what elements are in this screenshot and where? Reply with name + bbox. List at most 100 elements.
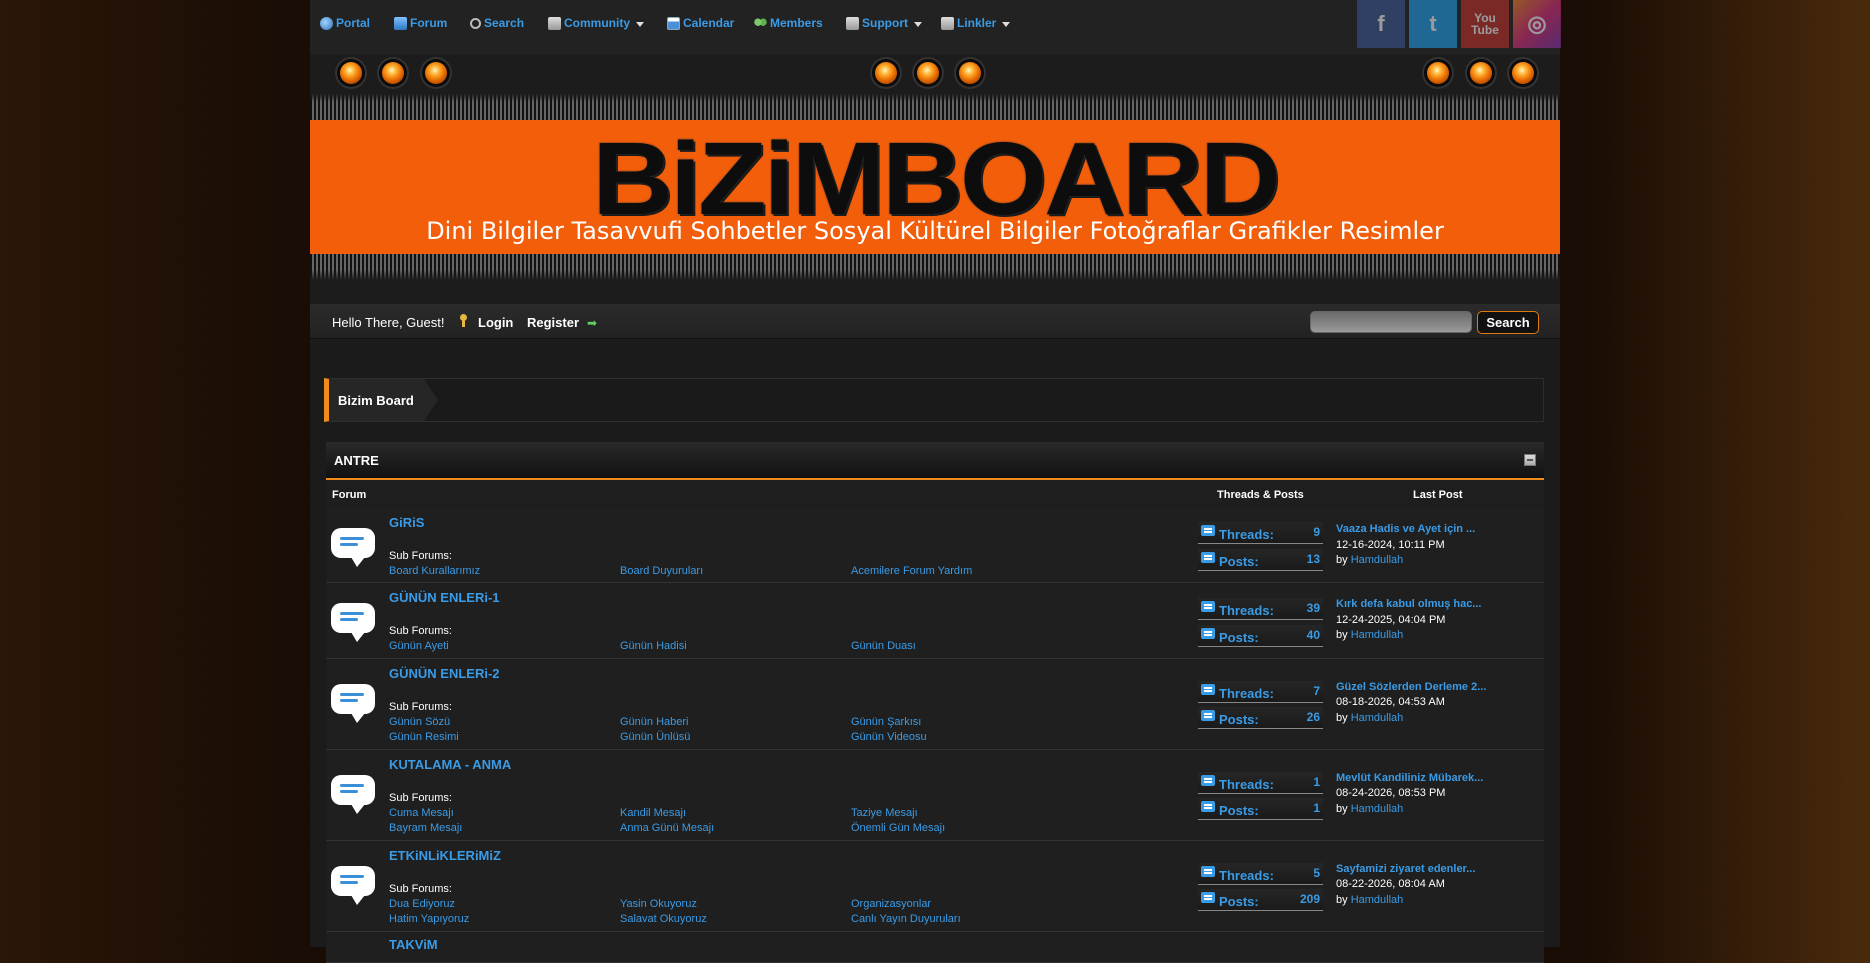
- subforum-link[interactable]: Günün Haberi: [620, 716, 689, 728]
- nav-support[interactable]: Support: [846, 16, 922, 30]
- subforum-link[interactable]: Günün Duası: [851, 640, 916, 652]
- support-icon: [846, 16, 859, 30]
- subforum-link[interactable]: Salavat Okuyoruz: [620, 913, 707, 925]
- forum-title[interactable]: GÜNÜN ENLERi-2: [389, 666, 500, 681]
- nav-search[interactable]: Search: [470, 16, 524, 30]
- nav-linkler[interactable]: Linkler: [941, 16, 1011, 30]
- nav-members-label: Members: [770, 16, 823, 30]
- site-tagline: Dini Bilgiler Tasavvufi Sohbetler Sosyal…: [426, 217, 1444, 245]
- chevron-down-icon: [636, 21, 644, 27]
- nav-portal[interactable]: Portal: [320, 16, 370, 30]
- youtube-icon[interactable]: You Tube: [1461, 0, 1509, 48]
- forum-title[interactable]: GiRiS: [389, 515, 424, 530]
- subforum-link[interactable]: Günün Ünlüsü: [620, 731, 690, 743]
- last-post-title[interactable]: Mevlüt Kandiliniz Mübarek...: [1336, 772, 1483, 784]
- collapse-icon[interactable]: [1524, 454, 1536, 466]
- subforum-link[interactable]: Taziye Mesajı: [851, 807, 918, 819]
- light-bulb: [1512, 62, 1534, 84]
- threads-stat: Threads: 9: [1198, 522, 1323, 544]
- subforum-link[interactable]: Günün Ayeti: [389, 640, 449, 652]
- threads-stat: Threads: 7: [1198, 681, 1323, 703]
- posts-label: Posts:: [1219, 803, 1259, 818]
- breadcrumb-label: Bizim Board: [338, 393, 414, 408]
- members-icon: [754, 16, 767, 30]
- subforum-link[interactable]: Bayram Mesajı: [389, 822, 462, 834]
- site-banner[interactable]: BiZiMBOARD Dini Bilgiler Tasavvufi Sohbe…: [310, 120, 1560, 254]
- calendar-icon: [667, 16, 680, 30]
- forum-title[interactable]: GÜNÜN ENLERi-1: [389, 590, 500, 605]
- column-headers: Forum Threads & Posts Last Post: [326, 480, 1544, 509]
- subforum-link[interactable]: Önemli Gün Mesajı: [851, 822, 945, 834]
- forum-read-icon: [331, 528, 377, 568]
- subforum-link[interactable]: Günün Şarkısı: [851, 716, 921, 728]
- forum-category: ANTRE Forum Threads & Posts Last Post Gi…: [326, 442, 1544, 963]
- instagram-icon[interactable]: ◎: [1513, 0, 1561, 48]
- threads-stat: Threads: 1: [1198, 772, 1323, 794]
- nav-calendar[interactable]: Calendar: [667, 16, 734, 30]
- last-post-user-link[interactable]: Hamdullah: [1351, 803, 1404, 815]
- subforum-link[interactable]: Günün Resimi: [389, 731, 459, 743]
- nav-members[interactable]: Members: [754, 16, 823, 30]
- posts-count: 1: [1313, 801, 1320, 815]
- breadcrumb-item-home[interactable]: Bizim Board: [329, 379, 438, 421]
- last-post-author: by Hamdullah: [1336, 712, 1404, 724]
- subforum-link[interactable]: Günün Sözü: [389, 716, 450, 728]
- light-bulb: [1427, 62, 1449, 84]
- subforum-link[interactable]: Cuma Mesajı: [389, 807, 454, 819]
- subforum-link[interactable]: Hatim Yapıyoruz: [389, 913, 469, 925]
- chevron-down-icon: [1002, 21, 1011, 27]
- subforum-link[interactable]: Dua Ediyoruz: [389, 898, 455, 910]
- last-post-title[interactable]: Sayfamizi ziyaret edenler...: [1336, 863, 1475, 875]
- last-post-author: by Hamdullah: [1336, 554, 1404, 566]
- twitter-icon[interactable]: t: [1409, 0, 1457, 48]
- posts-label: Posts:: [1219, 894, 1259, 909]
- subforum-link[interactable]: Board Kurallarımız: [389, 565, 480, 577]
- last-post-title[interactable]: Güzel Sözlerden Derleme 2...: [1336, 681, 1486, 693]
- facebook-icon[interactable]: f: [1357, 0, 1405, 48]
- forum-title[interactable]: ETKiNLiKLERiMiZ: [389, 848, 501, 863]
- forum-read-icon: [331, 775, 377, 815]
- search-input[interactable]: [1310, 311, 1472, 333]
- posts-stat: Posts: 209: [1198, 889, 1323, 911]
- nav-community[interactable]: Community: [548, 16, 644, 30]
- forum-title[interactable]: KUTALAMA - ANMA: [389, 757, 511, 772]
- last-post-title[interactable]: Kırk defa kabul olmuş hac...: [1336, 598, 1482, 610]
- last-post-user-link[interactable]: Hamdullah: [1351, 894, 1404, 906]
- subforum-link[interactable]: Günün Hadisi: [620, 640, 687, 652]
- subforum-link[interactable]: Canlı Yayın Duyuruları: [851, 913, 961, 925]
- subforum-link[interactable]: Kandil Mesajı: [620, 807, 686, 819]
- last-post-date: 08-18-2026, 04:53 AM: [1336, 696, 1445, 708]
- forum-title[interactable]: TAKViM: [389, 937, 438, 952]
- posts-label: Posts:: [1219, 554, 1259, 569]
- posts-count: 40: [1306, 628, 1320, 642]
- arrow-right-icon: ➡: [587, 316, 598, 330]
- subforum-link[interactable]: Günün Videosu: [851, 731, 927, 743]
- posts-count: 26: [1306, 710, 1320, 724]
- subforum-link[interactable]: Anma Günü Mesajı: [620, 822, 714, 834]
- subforum-link[interactable]: Acemilere Forum Yardım: [851, 565, 972, 577]
- last-post-user-link[interactable]: Hamdullah: [1351, 554, 1404, 566]
- search-button[interactable]: Search: [1477, 311, 1539, 334]
- last-post-user-link[interactable]: Hamdullah: [1351, 629, 1404, 641]
- nav-search-label: Search: [484, 16, 525, 30]
- forum-read-icon: [331, 603, 377, 643]
- last-post-user-link[interactable]: Hamdullah: [1351, 712, 1404, 724]
- nav-community-label: Community: [564, 16, 630, 30]
- threads-stat: Threads: 5: [1198, 863, 1323, 885]
- category-title[interactable]: ANTRE: [334, 453, 379, 468]
- login-link[interactable]: Login: [478, 315, 513, 330]
- posts-stat: Posts: 40: [1198, 625, 1323, 647]
- last-post-date: 12-24-2025, 04:04 PM: [1336, 614, 1446, 626]
- column-header-lastpost: Last Post: [1413, 489, 1463, 501]
- threads-label: Threads:: [1219, 527, 1274, 542]
- light-bulb: [425, 62, 447, 84]
- last-post-title[interactable]: Vaaza Hadis ve Ayet için ...: [1336, 523, 1475, 535]
- subforum-link[interactable]: Organizasyonlar: [851, 898, 931, 910]
- subforum-link[interactable]: Board Duyuruları: [620, 565, 703, 577]
- forum-icon: [394, 16, 407, 30]
- nav-forum[interactable]: Forum: [394, 16, 447, 30]
- nav-forum-label: Forum: [410, 16, 448, 30]
- subforum-link[interactable]: Yasin Okuyoruz: [620, 898, 697, 910]
- register-link[interactable]: Register: [527, 315, 579, 330]
- last-post-author: by Hamdullah: [1336, 803, 1404, 815]
